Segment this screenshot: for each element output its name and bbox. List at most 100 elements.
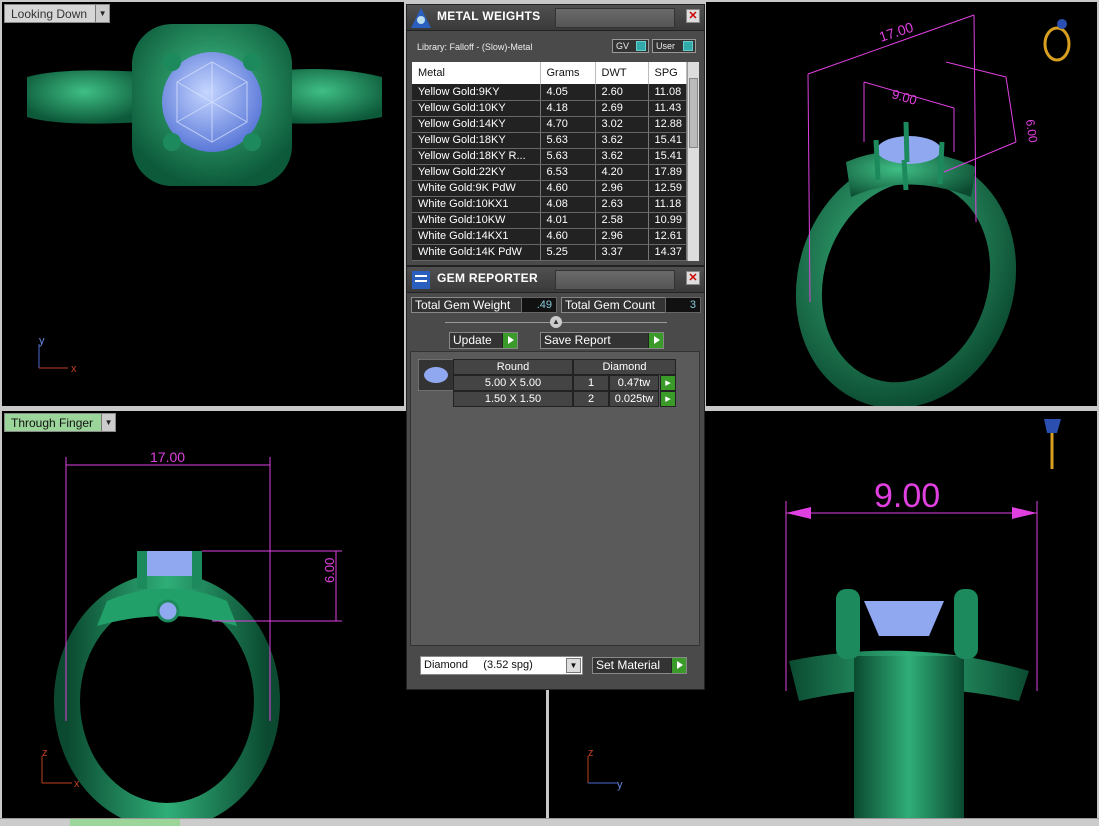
col-header-grams[interactable]: Grams [540, 62, 596, 84]
table-cell: 4.01 [540, 212, 596, 229]
svg-text:6.00: 6.00 [1023, 118, 1040, 143]
user-toggle[interactable]: User [652, 39, 696, 53]
save-report-button-label: Save Report [544, 333, 611, 347]
tab-active[interactable] [70, 818, 180, 826]
gem-report-area: Round Diamond 5.00 X 5.00 1 0.47tw ▸ 1.50 X … [410, 351, 700, 646]
gem-report-icon [412, 271, 430, 289]
round-gem-icon [418, 359, 454, 391]
viewport-label-text: Looking Down [11, 7, 88, 21]
table-cell: White Gold:9K PdW [412, 180, 541, 197]
gem-reporter-panel[interactable]: GEM REPORTER ✕ Total Gem Weight .49 Tota… [406, 266, 705, 690]
table-row[interactable]: Yellow Gold:14KY 4.70 3.02 12.88 [412, 116, 687, 133]
close-icon[interactable]: ✕ [686, 9, 700, 23]
table-cell: Yellow Gold:10KY [412, 100, 541, 117]
table-cell: 3.37 [595, 244, 649, 261]
table-cell: 4.18 [540, 100, 596, 117]
viewport-label-through-finger[interactable]: Through Finger ▼ [4, 413, 117, 432]
save-report-button[interactable]: Save Report [540, 332, 664, 349]
metal-weights-titlebar[interactable]: METAL WEIGHTS ✕ [407, 5, 704, 31]
col-header-dwt[interactable]: DWT [595, 62, 649, 84]
gv-toggle[interactable]: GV [612, 39, 649, 53]
table-cell: White Gold:14KX1 [412, 228, 541, 245]
table-cell: 12.61 [648, 228, 687, 245]
table-cell: White Gold:14K PdW [412, 244, 541, 261]
table-cell: 12.88 [648, 116, 687, 133]
table-cell: 17.89 [648, 164, 687, 181]
table-cell: 10.99 [648, 212, 687, 229]
viewport-perspective[interactable]: 17.00 9.00 6.00 [706, 2, 1097, 406]
svg-text:x: x [71, 363, 77, 375]
viewport-looking-down[interactable]: y x Looking Down ▼ [2, 2, 404, 406]
collapse-icon[interactable]: ▲ [550, 316, 562, 328]
table-cell: White Gold:10KX1 [412, 196, 541, 213]
table-header: Metal Grams DWT SPG [412, 62, 687, 84]
table-cell: 4.60 [540, 180, 596, 197]
chevron-down-icon: ▼ [566, 658, 581, 673]
col-header-spg[interactable]: SPG [648, 62, 687, 84]
update-button[interactable]: Update [449, 332, 518, 349]
table-cell: 15.41 [648, 148, 687, 165]
table-row[interactable]: White Gold:10KX1 4.08 2.63 11.18 [412, 196, 687, 213]
gem-reporter-titlebar[interactable]: GEM REPORTER ✕ [407, 267, 704, 293]
table-cell: 14.37 [648, 244, 687, 261]
play-arrow-icon [671, 658, 686, 673]
svg-text:9.00: 9.00 [874, 477, 940, 515]
set-material-button[interactable]: Set Material [592, 657, 687, 674]
scrollbar-thumb[interactable] [689, 78, 698, 148]
close-icon[interactable]: ✕ [686, 271, 700, 285]
play-arrow-icon: ▸ [665, 377, 671, 389]
gem-row-play-button[interactable]: ▸ [660, 375, 676, 391]
table-cell: 3.02 [595, 116, 649, 133]
metal-weights-scrollbar[interactable] [687, 62, 699, 261]
table-cell: 2.96 [595, 180, 649, 197]
table-cell: 4.60 [540, 228, 596, 245]
table-cell: 2.60 [595, 84, 649, 101]
chevron-down-icon: ▼ [101, 414, 116, 431]
svg-text:z: z [42, 747, 48, 759]
toggle-switch-icon [683, 41, 693, 51]
update-button-label: Update [453, 333, 492, 347]
gem-row-play-button[interactable]: ▸ [660, 391, 676, 407]
table-cell: 5.63 [540, 148, 596, 165]
gem-size-cell: 5.00 X 5.00 [453, 375, 573, 391]
table-cell: 2.96 [595, 228, 649, 245]
ring-top-view: y x [27, 24, 382, 375]
table-row[interactable]: White Gold:14K PdW 5.25 3.37 14.37 [412, 244, 687, 261]
gem-shape-header: Round [453, 359, 573, 375]
play-arrow-icon [502, 333, 517, 348]
table-cell: 2.63 [595, 196, 649, 213]
svg-text:6.00: 6.00 [322, 558, 337, 583]
col-header-metal[interactable]: Metal [412, 62, 541, 84]
table-row[interactable]: Yellow Gold:18KY 5.63 3.62 15.41 [412, 132, 687, 149]
gem-size-cell: 1.50 X 1.50 [453, 391, 573, 407]
table-row[interactable]: Yellow Gold:18KY R... 5.63 3.62 15.41 [412, 148, 687, 165]
total-gem-count-value: 3 [665, 297, 701, 313]
table-cell: 6.53 [540, 164, 596, 181]
gem-count-cell: 2 [573, 391, 609, 407]
table-row[interactable]: Yellow Gold:10KY 4.18 2.69 11.43 [412, 100, 687, 117]
title-bar-grip [555, 8, 675, 28]
table-row[interactable]: Yellow Gold:22KY 6.53 4.20 17.89 [412, 164, 687, 181]
table-cell: Yellow Gold:22KY [412, 164, 541, 181]
gem-reporter-title: GEM REPORTER [437, 271, 538, 285]
table-row[interactable]: White Gold:14KX1 4.60 2.96 12.61 [412, 228, 687, 245]
table-row[interactable]: White Gold:9K PdW 4.60 2.96 12.59 [412, 180, 687, 197]
table-row[interactable]: Yellow Gold:9KY 4.05 2.60 11.08 [412, 84, 687, 101]
gem-weight-cell: 0.47tw [609, 375, 659, 391]
table-cell: 4.20 [595, 164, 649, 181]
table-cell: 3.62 [595, 132, 649, 149]
metal-weights-panel[interactable]: METAL WEIGHTS ✕ Library: Falloff - (Slow… [406, 4, 705, 266]
table-cell: 12.59 [648, 180, 687, 197]
material-select[interactable]: Diamond (3.52 spg) ▼ [420, 656, 583, 675]
gem-type-header: Diamond [573, 359, 676, 375]
svg-text:z: z [588, 747, 594, 759]
play-arrow-icon: ▸ [665, 393, 671, 405]
table-cell: 11.43 [648, 100, 687, 117]
table-cell: 4.05 [540, 84, 596, 101]
table-cell: 5.25 [540, 244, 596, 261]
viewport-label-looking-down[interactable]: Looking Down ▼ [4, 4, 111, 23]
metal-weights-table: Metal Grams DWT SPG Yellow Gold:9KY 4.05 2… [412, 62, 687, 261]
ring-perspective-view: 17.00 9.00 6.00 [795, 14, 1071, 406]
table-row[interactable]: White Gold:10KW 4.01 2.58 10.99 [412, 212, 687, 229]
title-bar-grip [555, 270, 675, 290]
